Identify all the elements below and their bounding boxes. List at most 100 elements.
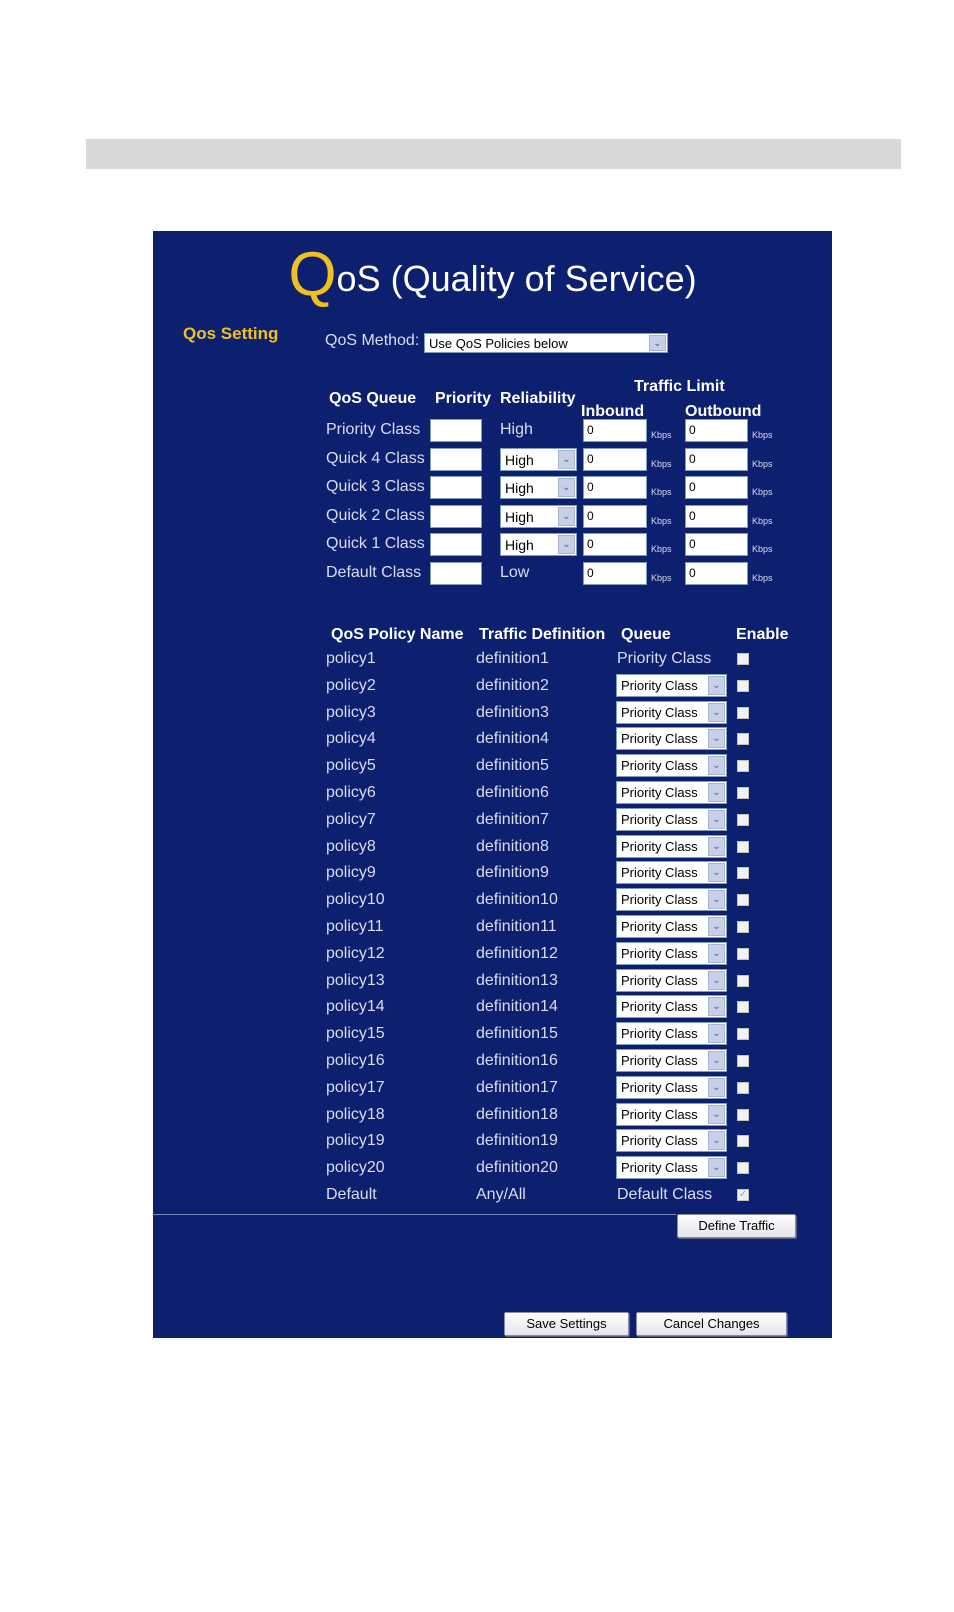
save-settings-button[interactable]: Save Settings — [504, 1312, 629, 1336]
queue-select[interactable]: Priority Class ⌄ — [616, 888, 727, 911]
priority-input[interactable] — [430, 505, 482, 528]
enable-checkbox[interactable] — [737, 787, 749, 799]
enable-checkbox[interactable] — [737, 653, 749, 665]
outbound-input[interactable]: 0 — [685, 533, 748, 556]
enable-checkbox[interactable] — [737, 1082, 749, 1094]
enable-checkbox[interactable] — [737, 948, 749, 960]
enable-checkbox[interactable] — [737, 841, 749, 853]
enable-checkbox[interactable] — [737, 1162, 749, 1174]
chevron-down-icon[interactable]: ⌄ — [708, 1078, 725, 1097]
queue-select[interactable]: Priority Class ⌄ — [616, 942, 727, 965]
enable-checkbox[interactable] — [737, 867, 749, 879]
chevron-down-icon[interactable]: ⌄ — [708, 1105, 725, 1124]
queue-select[interactable]: Priority Class ⌄ — [616, 674, 727, 697]
outbound-unit: Kbps — [752, 430, 773, 440]
priority-input[interactable] — [430, 419, 482, 442]
enable-checkbox[interactable] — [737, 1109, 749, 1121]
queue-select[interactable]: Priority Class ⌄ — [616, 969, 727, 992]
cancel-changes-button[interactable]: Cancel Changes — [636, 1312, 787, 1336]
chevron-down-icon[interactable]: ⌄ — [708, 1158, 725, 1177]
chevron-down-icon[interactable]: ⌄ — [558, 535, 575, 554]
inbound-input[interactable]: 0 — [583, 476, 647, 499]
queue-select[interactable]: Priority Class ⌄ — [616, 808, 727, 831]
reliability-select[interactable]: High ⌄ — [500, 505, 577, 528]
chevron-down-icon[interactable]: ⌄ — [558, 478, 575, 497]
chevron-down-icon[interactable]: ⌄ — [558, 507, 575, 526]
priority-input[interactable] — [430, 448, 482, 471]
enable-checkbox[interactable] — [737, 707, 749, 719]
reliability-select[interactable]: High ⌄ — [500, 533, 577, 556]
inbound-input[interactable]: 0 — [583, 533, 647, 556]
chevron-down-icon[interactable]: ⌄ — [708, 1131, 725, 1150]
inbound-input[interactable]: 0 — [583, 562, 647, 585]
outbound-input[interactable]: 0 — [685, 476, 748, 499]
chevron-down-icon[interactable]: ⌄ — [708, 997, 725, 1016]
chevron-down-icon[interactable]: ⌄ — [708, 810, 725, 829]
chevron-down-icon[interactable]: ⌄ — [708, 917, 725, 936]
queue-select[interactable]: Priority Class ⌄ — [616, 1103, 727, 1126]
priority-input[interactable] — [430, 476, 482, 499]
reliability-select[interactable]: High ⌄ — [500, 476, 577, 499]
chevron-down-icon[interactable]: ⌄ — [708, 1024, 725, 1043]
chevron-down-icon[interactable]: ⌄ — [708, 890, 725, 909]
enable-checkbox[interactable] — [737, 894, 749, 906]
chevron-down-icon[interactable]: ⌄ — [708, 729, 725, 748]
chevron-down-icon[interactable]: ⌄ — [708, 676, 725, 695]
chevron-down-icon[interactable]: ⌄ — [708, 971, 725, 990]
header-reliability: Reliability — [500, 390, 576, 407]
qos-method-select[interactable]: Use QoS Policies below ⌄ — [424, 333, 668, 353]
outbound-input[interactable]: 0 — [685, 419, 748, 442]
chevron-down-icon[interactable]: ⌄ — [708, 944, 725, 963]
enable-checkbox[interactable] — [737, 680, 749, 692]
queue-select[interactable]: Priority Class ⌄ — [616, 1156, 727, 1179]
queue-select[interactable]: Priority Class ⌄ — [616, 781, 727, 804]
policy-definition: definition13 — [476, 972, 558, 989]
policy-definition: Any/All — [476, 1186, 526, 1203]
reliability-select[interactable]: High ⌄ — [500, 448, 577, 471]
queue-select[interactable]: Priority Class ⌄ — [616, 915, 727, 938]
inbound-input[interactable]: 0 — [583, 448, 647, 471]
enable-checkbox[interactable] — [737, 814, 749, 826]
priority-input[interactable] — [430, 533, 482, 556]
queue-select[interactable]: Priority Class ⌄ — [616, 1049, 727, 1072]
chevron-down-icon[interactable]: ⌄ — [708, 703, 725, 722]
priority-input[interactable] — [430, 562, 482, 585]
enable-checkbox[interactable] — [737, 975, 749, 987]
queue-select[interactable]: Priority Class ⌄ — [616, 701, 727, 724]
chevron-down-icon[interactable]: ⌄ — [708, 837, 725, 856]
chevron-down-icon[interactable]: ⌄ — [708, 756, 725, 775]
enable-checkbox[interactable] — [737, 733, 749, 745]
chevron-down-icon[interactable]: ⌄ — [649, 335, 666, 351]
queue-select[interactable]: Priority Class ⌄ — [616, 835, 727, 858]
enable-checkbox[interactable] — [737, 1055, 749, 1067]
enable-checkbox[interactable] — [737, 1135, 749, 1147]
queue-select[interactable]: Priority Class ⌄ — [616, 861, 727, 884]
enable-checkbox[interactable] — [737, 760, 749, 772]
outbound-unit: Kbps — [752, 459, 773, 469]
enable-checkbox[interactable] — [737, 921, 749, 933]
chevron-down-icon[interactable]: ⌄ — [708, 863, 725, 882]
inbound-unit: Kbps — [651, 573, 672, 583]
chevron-down-icon[interactable]: ⌄ — [708, 1051, 725, 1070]
reliability-value: High — [500, 421, 533, 438]
queue-select[interactable]: Priority Class ⌄ — [616, 754, 727, 777]
queue-select[interactable]: Priority Class ⌄ — [616, 1022, 727, 1045]
chevron-down-icon[interactable]: ⌄ — [708, 783, 725, 802]
outbound-input[interactable]: 0 — [685, 448, 748, 471]
outbound-input[interactable]: 0 — [685, 505, 748, 528]
queue-select-value: Priority Class — [621, 1026, 698, 1041]
queue-select[interactable]: Priority Class ⌄ — [616, 995, 727, 1018]
enable-checkbox[interactable] — [737, 1028, 749, 1040]
reliability-value: Low — [500, 564, 530, 581]
policy-name: policy16 — [326, 1052, 385, 1069]
chevron-down-icon[interactable]: ⌄ — [558, 450, 575, 469]
queue-select[interactable]: Priority Class ⌄ — [616, 1076, 727, 1099]
queue-select[interactable]: Priority Class ⌄ — [616, 1129, 727, 1152]
title-rest: oS (Quality of Service) — [336, 258, 697, 299]
queue-select[interactable]: Priority Class ⌄ — [616, 727, 727, 750]
inbound-input[interactable]: 0 — [583, 419, 647, 442]
outbound-input[interactable]: 0 — [685, 562, 748, 585]
enable-checkbox[interactable] — [737, 1001, 749, 1013]
inbound-input[interactable]: 0 — [583, 505, 647, 528]
define-traffic-button[interactable]: Define Traffic — [677, 1214, 796, 1238]
